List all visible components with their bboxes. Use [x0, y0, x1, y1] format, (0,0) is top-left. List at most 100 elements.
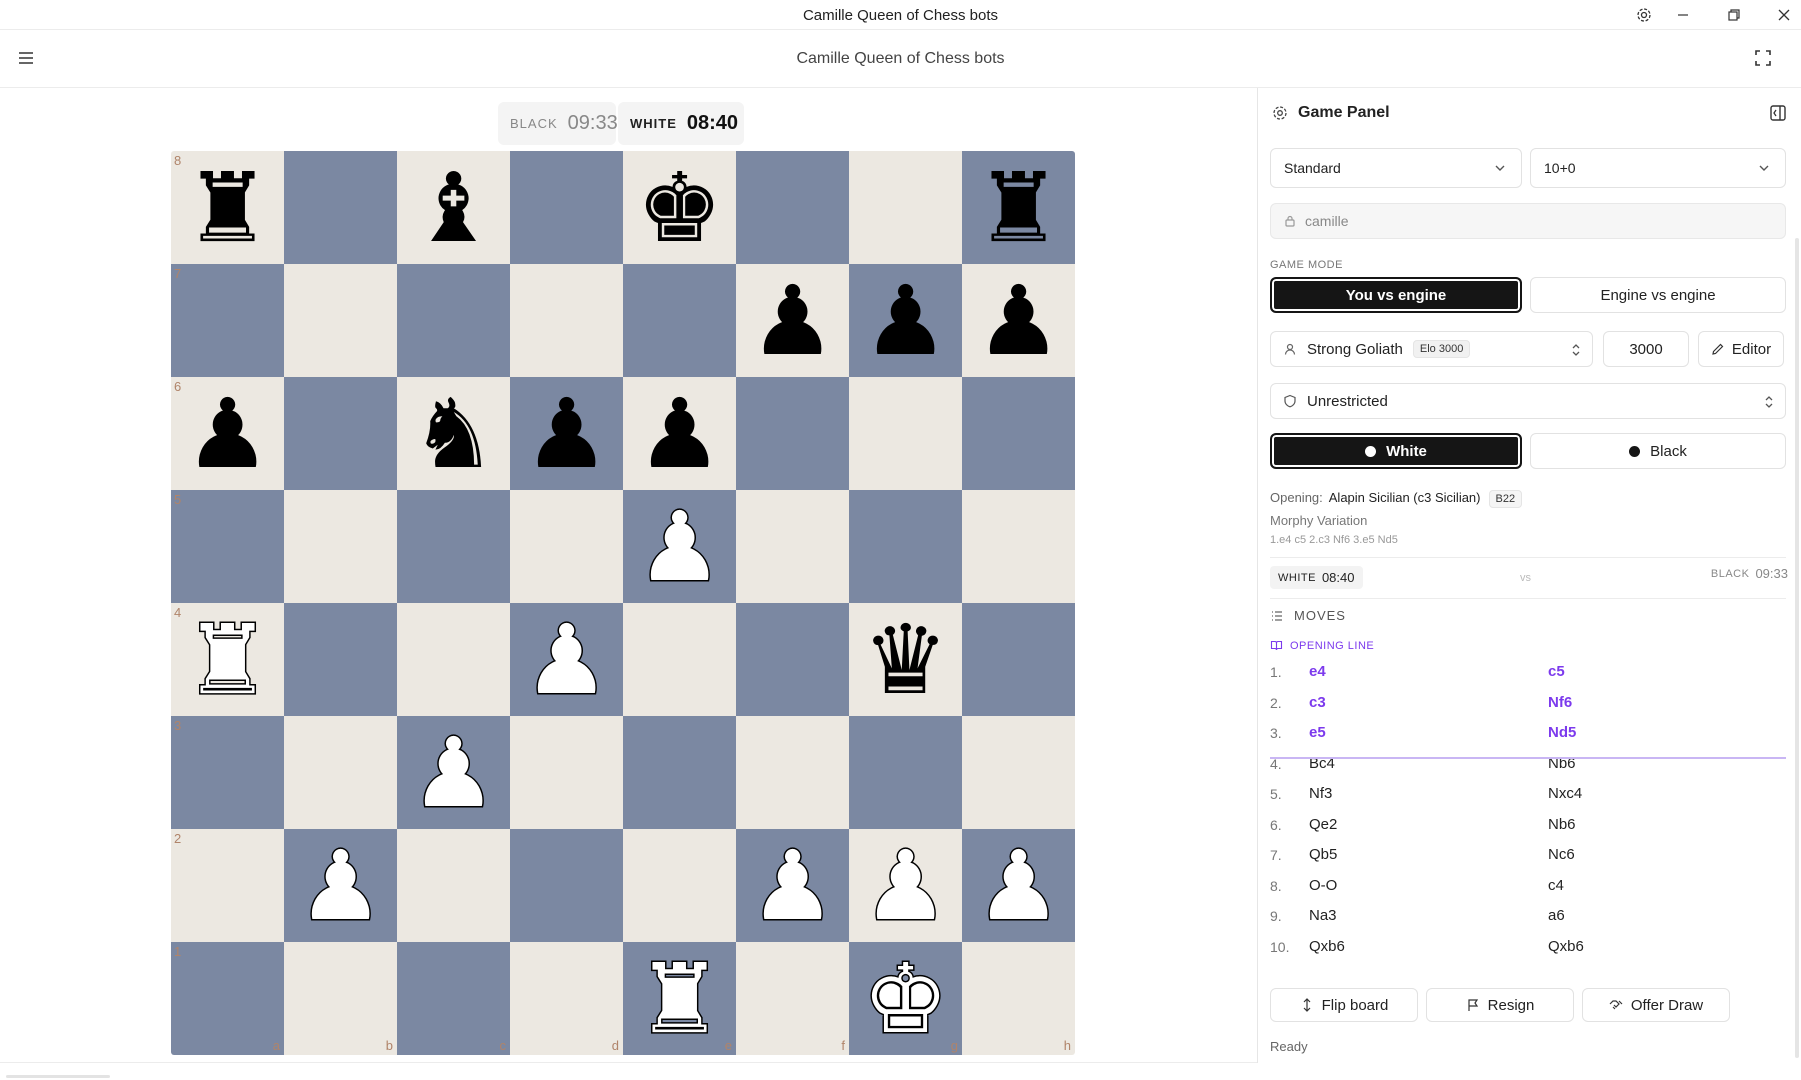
white-move[interactable]: O-O — [1309, 877, 1337, 894]
offer-draw-button[interactable]: Offer Draw — [1582, 988, 1730, 1022]
square-h5[interactable] — [962, 490, 1075, 603]
square-g6[interactable] — [849, 377, 962, 490]
black-pawn-icon[interactable]: ♟ — [862, 273, 948, 369]
square-e6[interactable]: ♟ — [623, 377, 736, 490]
white-move[interactable]: Nf3 — [1309, 785, 1332, 802]
white-pawn-icon[interactable]: ♟ — [861, 836, 950, 935]
black-move[interactable]: c4 — [1548, 877, 1564, 894]
black-bishop-icon[interactable]: ♝ — [410, 160, 496, 256]
square-d1[interactable]: d — [510, 942, 623, 1055]
white-move[interactable]: Qxb6 — [1309, 938, 1345, 955]
square-c5[interactable] — [397, 490, 510, 603]
horizontal-scrollbar[interactable] — [6, 1075, 110, 1078]
square-h8[interactable]: ♜ — [962, 151, 1075, 264]
square-a4[interactable]: 4 ♜ — [171, 603, 284, 716]
square-a8[interactable]: 8 ♜ — [171, 151, 284, 264]
square-e4[interactable] — [623, 603, 736, 716]
flip-board-button[interactable]: Flip board — [1270, 988, 1418, 1022]
white-king-icon[interactable]: ♚ — [861, 949, 950, 1048]
restore-icon[interactable] — [1723, 5, 1745, 25]
square-b4[interactable] — [284, 603, 397, 716]
square-c8[interactable]: ♝ — [397, 151, 510, 264]
square-c4[interactable] — [397, 603, 510, 716]
black-queen-icon[interactable]: ♛ — [862, 612, 948, 708]
fullscreen-icon[interactable] — [1753, 48, 1773, 68]
white-move[interactable]: Qe2 — [1309, 816, 1337, 833]
square-e7[interactable] — [623, 264, 736, 377]
square-a1[interactable]: 1a — [171, 942, 284, 1055]
square-e2[interactable] — [623, 829, 736, 942]
square-c7[interactable] — [397, 264, 510, 377]
white-pawn-icon[interactable]: ♟ — [748, 836, 837, 935]
square-g2[interactable]: ♟ — [849, 829, 962, 942]
square-f1[interactable]: f — [736, 942, 849, 1055]
square-e5[interactable]: ♟ — [623, 490, 736, 603]
white-pawn-icon[interactable]: ♟ — [296, 836, 385, 935]
engine-select[interactable]: Strong Goliath Elo 3000 — [1270, 331, 1593, 367]
white-move[interactable]: Na3 — [1309, 907, 1337, 924]
black-pawn-icon[interactable]: ♟ — [184, 386, 270, 482]
square-a5[interactable]: 5 — [171, 490, 284, 603]
square-d7[interactable] — [510, 264, 623, 377]
white-pawn-icon[interactable]: ♟ — [409, 723, 498, 822]
square-f2[interactable]: ♟ — [736, 829, 849, 942]
black-move[interactable]: Nc6 — [1548, 846, 1575, 863]
play-white-button[interactable]: White — [1270, 433, 1522, 469]
square-h1[interactable]: h — [962, 942, 1075, 1055]
resign-button[interactable]: Resign — [1426, 988, 1574, 1022]
square-c1[interactable]: c — [397, 942, 510, 1055]
square-d5[interactable] — [510, 490, 623, 603]
square-a2[interactable]: 2 — [171, 829, 284, 942]
square-g7[interactable]: ♟ — [849, 264, 962, 377]
you-vs-engine-button[interactable]: You vs engine — [1270, 277, 1522, 313]
square-b8[interactable] — [284, 151, 397, 264]
black-king-icon[interactable]: ♚ — [636, 160, 722, 256]
engine-vs-engine-button[interactable]: Engine vs engine — [1530, 277, 1786, 313]
square-h7[interactable]: ♟ — [962, 264, 1075, 377]
black-pawn-icon[interactable]: ♟ — [749, 273, 835, 369]
panel-scrollbar[interactable] — [1795, 238, 1799, 1058]
square-a6[interactable]: 6 ♟ — [171, 377, 284, 490]
square-f7[interactable]: ♟ — [736, 264, 849, 377]
white-pawn-icon[interactable]: ♟ — [974, 836, 1063, 935]
square-b6[interactable] — [284, 377, 397, 490]
square-h4[interactable] — [962, 603, 1075, 716]
square-f8[interactable] — [736, 151, 849, 264]
square-e3[interactable] — [623, 716, 736, 829]
collapse-panel-icon[interactable] — [1769, 104, 1787, 122]
black-rook-icon[interactable]: ♜ — [975, 160, 1061, 256]
square-h2[interactable]: ♟ — [962, 829, 1075, 942]
square-d2[interactable] — [510, 829, 623, 942]
white-pawn-icon[interactable]: ♟ — [635, 497, 724, 596]
square-f4[interactable] — [736, 603, 849, 716]
restriction-select[interactable]: Unrestricted — [1270, 383, 1786, 419]
black-pawn-icon[interactable]: ♟ — [636, 386, 722, 482]
square-b5[interactable] — [284, 490, 397, 603]
black-move[interactable]: Qxb6 — [1548, 938, 1584, 955]
black-move[interactable]: Nb6 — [1548, 816, 1576, 833]
black-pawn-icon[interactable]: ♟ — [975, 273, 1061, 369]
close-icon[interactable] — [1773, 5, 1795, 25]
white-move[interactable]: e5 — [1309, 724, 1326, 741]
variant-select[interactable]: Standard — [1270, 148, 1522, 188]
square-c6[interactable]: ♞ — [397, 377, 510, 490]
square-h3[interactable] — [962, 716, 1075, 829]
square-d3[interactable] — [510, 716, 623, 829]
white-rook-icon[interactable]: ♜ — [635, 949, 724, 1048]
settings-gear-icon[interactable] — [1633, 5, 1655, 25]
square-c2[interactable] — [397, 829, 510, 942]
elo-input[interactable]: 3000 — [1603, 331, 1689, 367]
time-control-select[interactable]: 10+0 — [1530, 148, 1786, 188]
square-f6[interactable] — [736, 377, 849, 490]
white-move[interactable]: e4 — [1309, 663, 1326, 680]
square-a3[interactable]: 3 — [171, 716, 284, 829]
black-move[interactable]: a6 — [1548, 907, 1565, 924]
black-move[interactable]: c5 — [1548, 663, 1565, 680]
square-b3[interactable] — [284, 716, 397, 829]
black-rook-icon[interactable]: ♜ — [184, 160, 270, 256]
square-a7[interactable]: 7 — [171, 264, 284, 377]
minimize-icon[interactable] — [1672, 5, 1694, 25]
square-g5[interactable] — [849, 490, 962, 603]
black-move[interactable]: Nxc4 — [1548, 785, 1582, 802]
square-b7[interactable] — [284, 264, 397, 377]
